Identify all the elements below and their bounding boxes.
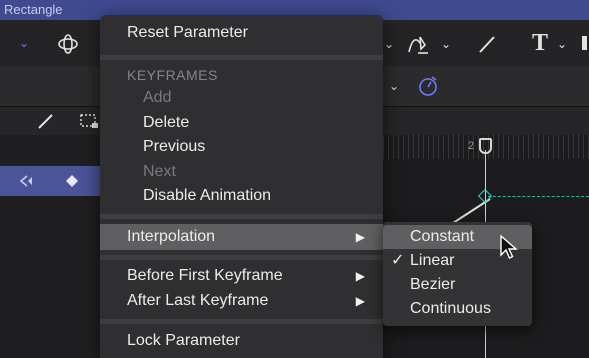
transform-tool-icon[interactable] — [56, 32, 80, 56]
menu-separator — [100, 214, 383, 219]
selected-parameter-row[interactable] — [0, 166, 100, 196]
menu-item-before-first-keyframe[interactable]: Before First Keyframe ▶ — [100, 264, 383, 288]
mouse-cursor-icon — [500, 235, 518, 259]
pencil-icon[interactable] — [36, 111, 56, 131]
menu-item-add: Add — [143, 89, 172, 106]
chevron-down-icon[interactable]: ⌄ — [440, 36, 452, 52]
menu-item-previous[interactable]: Previous — [100, 135, 383, 159]
paint-stroke-icon[interactable] — [475, 32, 499, 56]
submenu-arrow-icon: ▶ — [355, 230, 365, 244]
submenu-item-continuous[interactable]: Continuous — [383, 297, 532, 321]
pen-tool-icon[interactable] — [405, 32, 431, 56]
ruler-label: 2 — [468, 140, 475, 152]
submenu-item-linear-label: Linear — [410, 252, 455, 269]
menu-item-reset-parameter[interactable]: Reset Parameter — [100, 21, 383, 45]
submenu-item-bezier[interactable]: Bezier — [383, 273, 532, 297]
submenu-arrow-icon: ▶ — [355, 269, 365, 283]
previous-keyframe-icon[interactable] — [18, 173, 34, 189]
chevron-down-icon[interactable]: ⌄ — [16, 34, 32, 52]
add-keyframe-icon[interactable] — [64, 173, 80, 189]
window-title: Rectangle — [4, 2, 63, 17]
text-tool-icon[interactable]: T — [528, 30, 552, 56]
menu-separator — [100, 319, 383, 324]
menu-item-interpolation[interactable]: Interpolation ▶ — [100, 224, 383, 250]
menu-item-after-last-keyframe-label: After Last Keyframe — [127, 292, 269, 309]
parameter-context-menu: Reset Parameter KEYFRAMES Add Delete Pre… — [100, 15, 383, 358]
menu-item-delete[interactable]: Delete — [100, 111, 383, 135]
submenu-arrow-icon: ▶ — [355, 294, 365, 308]
marquee-select-icon[interactable] — [78, 112, 100, 130]
menu-separator — [100, 55, 383, 60]
menu-separator — [100, 255, 383, 260]
timer-icon[interactable] — [416, 74, 440, 98]
checkmark-icon: ✓ — [391, 252, 405, 269]
menu-item-interpolation-label: Interpolation — [127, 228, 216, 245]
menu-item-next: Next — [143, 163, 176, 180]
keyframe-curve-dashed — [488, 196, 589, 197]
menu-item-after-last-keyframe[interactable]: After Last Keyframe ▶ — [100, 289, 383, 313]
menu-item-disable-animation[interactable]: Disable Animation — [100, 184, 383, 208]
chevron-down-icon[interactable]: ⌄ — [388, 78, 400, 94]
menu-header-keyframes: KEYFRAMES — [127, 67, 218, 83]
chevron-down-icon[interactable]: ⌄ — [556, 36, 568, 52]
toolbar-edge-icon — [582, 36, 587, 50]
chevron-down-icon[interactable]: ⌄ — [383, 36, 395, 52]
menu-item-lock-parameter[interactable]: Lock Parameter — [100, 329, 383, 353]
menu-item-before-first-keyframe-label: Before First Keyframe — [127, 267, 283, 284]
